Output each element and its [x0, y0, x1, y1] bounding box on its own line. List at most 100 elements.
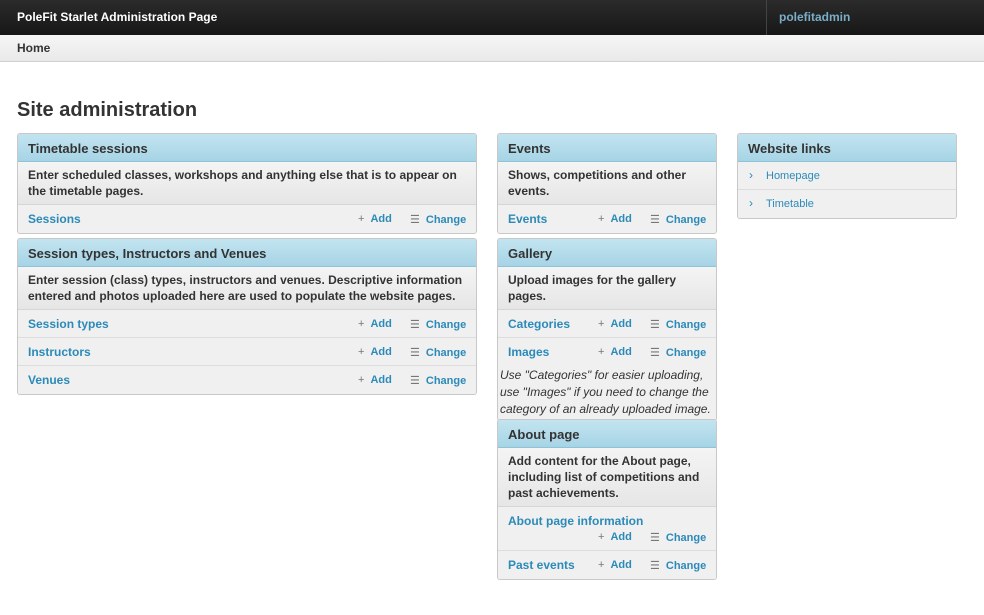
change-label: Change — [665, 347, 707, 359]
change-icon: ☰ — [410, 214, 420, 226]
add-icon: + — [358, 374, 365, 386]
add-icon: + — [598, 318, 605, 330]
module-title: About page — [498, 420, 716, 448]
add-label: Add — [370, 346, 392, 358]
add-label: Add — [610, 213, 632, 225]
change-label: Change — [425, 319, 467, 331]
change-label: Change — [665, 560, 707, 572]
model-row-events: Events + Add ☰ Change — [498, 205, 716, 233]
change-button[interactable]: ☰ Change — [410, 374, 466, 387]
add-button[interactable]: + Add — [358, 374, 392, 386]
add-icon: + — [598, 559, 605, 571]
breadcrumb: Home — [0, 35, 984, 62]
add-label: Add — [610, 318, 632, 330]
add-button[interactable]: + Add — [358, 213, 392, 225]
link-label[interactable]: Homepage — [766, 170, 820, 182]
model-link-about-page-information[interactable]: About page information — [508, 514, 643, 528]
change-button[interactable]: ☰ Change — [410, 346, 466, 359]
username-link[interactable]: polefitadmin — [779, 10, 850, 24]
page-title: Site administration — [17, 99, 198, 121]
add-label: Add — [610, 559, 632, 571]
chevron-right-icon: › — [749, 196, 753, 210]
add-button[interactable]: + Add — [598, 559, 632, 571]
module-title: Session types, Instructors and Venues — [18, 239, 476, 267]
change-icon: ☰ — [410, 319, 420, 331]
change-button[interactable]: ☰ Change — [410, 318, 466, 331]
add-icon: + — [598, 346, 605, 358]
change-button[interactable]: ☰ Change — [650, 318, 706, 331]
change-label: Change — [665, 319, 707, 331]
module-description: Enter session (class) types, instructors… — [18, 267, 476, 310]
change-label: Change — [665, 214, 707, 226]
add-icon: + — [598, 213, 605, 225]
change-icon: ☰ — [650, 214, 660, 226]
change-button[interactable]: ☰ Change — [650, 213, 706, 226]
model-row-sessions: Sessions + Add ☰ Change — [18, 205, 476, 233]
gallery-help-note: Use "Categories" for easier uploading, u… — [498, 366, 716, 420]
model-row-about-page-information: About page information + Add ☰ Change — [498, 507, 716, 551]
model-row-categories: Categories + Add ☰ Change — [498, 310, 716, 338]
model-link-sessions[interactable]: Sessions — [28, 212, 81, 226]
breadcrumb-home[interactable]: Home — [17, 41, 50, 55]
module-title: Gallery — [498, 239, 716, 267]
site-title: PoleFit Starlet Administration Page — [17, 10, 218, 24]
module-title: Events — [498, 134, 716, 162]
change-icon: ☰ — [410, 347, 420, 359]
module-title: Timetable sessions — [18, 134, 476, 162]
add-button[interactable]: + Add — [598, 346, 632, 358]
model-row-instructors: Instructors + Add ☰ Change — [18, 338, 476, 366]
module-about-page: About page Add content for the About pag… — [497, 419, 717, 580]
change-label: Change — [425, 375, 467, 387]
add-label: Add — [610, 531, 632, 543]
add-icon: + — [358, 318, 365, 330]
change-button[interactable]: ☰ Change — [410, 213, 466, 226]
model-row-past-events: Past events + Add ☰ Change — [498, 551, 716, 579]
change-icon: ☰ — [410, 375, 420, 387]
model-link-events[interactable]: Events — [508, 212, 547, 226]
model-row-images: Images + Add ☰ Change — [498, 338, 716, 366]
add-label: Add — [370, 213, 392, 225]
website-link-homepage[interactable]: › Homepage — [738, 162, 956, 190]
model-link-past-events[interactable]: Past events — [508, 558, 575, 572]
chevron-right-icon: › — [749, 168, 753, 182]
module-session-types: Session types, Instructors and Venues En… — [17, 238, 477, 395]
change-button[interactable]: ☰ Change — [650, 346, 706, 359]
module-description: Shows, competitions and other events. — [498, 162, 716, 205]
model-row-session-types: Session types + Add ☰ Change — [18, 310, 476, 338]
add-label: Add — [610, 346, 632, 358]
module-description: Upload images for the gallery pages. — [498, 267, 716, 310]
change-icon: ☰ — [650, 532, 660, 544]
add-button[interactable]: + Add — [358, 346, 392, 358]
module-website-links: Website links › Homepage › Timetable — [737, 133, 957, 219]
model-link-categories[interactable]: Categories — [508, 317, 570, 331]
change-label: Change — [425, 214, 467, 226]
module-title: Website links — [738, 134, 956, 162]
model-link-venues[interactable]: Venues — [28, 373, 70, 387]
model-link-instructors[interactable]: Instructors — [28, 345, 91, 359]
change-label: Change — [665, 532, 707, 544]
add-icon: + — [598, 531, 605, 543]
change-button[interactable]: ☰ Change — [650, 559, 706, 572]
add-label: Add — [370, 318, 392, 330]
module-description: Add content for the About page, includin… — [498, 448, 716, 507]
module-gallery: Gallery Upload images for the gallery pa… — [497, 238, 717, 421]
add-button[interactable]: + Add — [358, 318, 392, 330]
add-icon: + — [358, 346, 365, 358]
user-menu[interactable]: polefitadmin — [766, 0, 984, 35]
change-button[interactable]: ☰ Change — [650, 531, 706, 544]
link-label[interactable]: Timetable — [766, 198, 814, 210]
module-description: Enter scheduled classes, workshops and a… — [18, 162, 476, 205]
change-label: Change — [425, 347, 467, 359]
model-row-venues: Venues + Add ☰ Change — [18, 366, 476, 394]
change-icon: ☰ — [650, 319, 660, 331]
website-link-timetable[interactable]: › Timetable — [738, 190, 956, 218]
add-label: Add — [370, 374, 392, 386]
model-link-session-types[interactable]: Session types — [28, 317, 109, 331]
add-button[interactable]: + Add — [598, 531, 632, 543]
add-button[interactable]: + Add — [598, 318, 632, 330]
module-timetable-sessions: Timetable sessions Enter scheduled class… — [17, 133, 477, 234]
top-bar: PoleFit Starlet Administration Page pole… — [0, 0, 984, 35]
model-link-images[interactable]: Images — [508, 345, 549, 359]
add-button[interactable]: + Add — [598, 213, 632, 225]
change-icon: ☰ — [650, 560, 660, 572]
